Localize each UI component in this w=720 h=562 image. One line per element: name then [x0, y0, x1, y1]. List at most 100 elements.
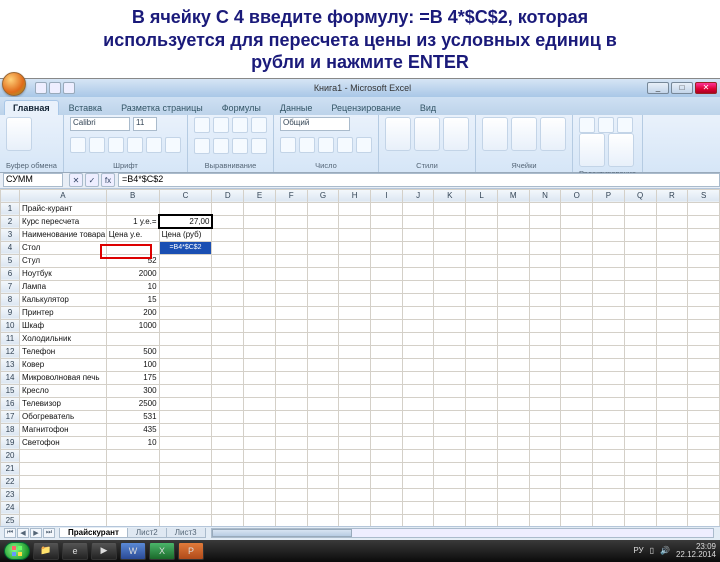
cell-Q5[interactable] [624, 254, 656, 267]
spreadsheet-grid[interactable]: ABCDEFGHIJKLMNOPQRS1Прайс-курант2Курс пе… [0, 189, 720, 526]
insert-cells-button[interactable] [482, 117, 508, 151]
cell-O9[interactable] [561, 306, 593, 319]
cell-K16[interactable] [434, 397, 466, 410]
cell-F18[interactable] [275, 423, 307, 436]
tab-insert[interactable]: Вставка [60, 100, 111, 115]
cell-P1[interactable] [593, 202, 625, 215]
col-header-O[interactable]: O [561, 189, 593, 202]
cell-O24[interactable] [561, 501, 593, 514]
cell-R3[interactable] [656, 228, 688, 241]
cell-M24[interactable] [497, 501, 529, 514]
cell-Q17[interactable] [624, 410, 656, 423]
cell-E20[interactable] [244, 449, 276, 462]
row-header-8[interactable]: 8 [1, 293, 20, 306]
cell-L11[interactable] [466, 332, 498, 345]
cell-C15[interactable] [159, 384, 212, 397]
cell-G22[interactable] [307, 475, 339, 488]
col-header-C[interactable]: C [159, 189, 212, 202]
align-center-button[interactable] [213, 138, 229, 154]
row-header-17[interactable]: 17 [1, 410, 20, 423]
cell-Q16[interactable] [624, 397, 656, 410]
cell-D12[interactable] [212, 345, 244, 358]
table-format-button[interactable] [414, 117, 440, 151]
cell-H8[interactable] [339, 293, 371, 306]
row-header-11[interactable]: 11 [1, 332, 20, 345]
percent-button[interactable] [299, 137, 315, 153]
cell-S15[interactable] [688, 384, 720, 397]
cell-F15[interactable] [275, 384, 307, 397]
cell-F9[interactable] [275, 306, 307, 319]
cell-F8[interactable] [275, 293, 307, 306]
cell-L16[interactable] [466, 397, 498, 410]
cell-M19[interactable] [497, 436, 529, 449]
cell-B22[interactable] [106, 475, 159, 488]
col-header-I[interactable]: I [371, 189, 403, 202]
close-button[interactable]: ✕ [695, 82, 717, 94]
cell-M25[interactable] [497, 514, 529, 526]
cell-R7[interactable] [656, 280, 688, 293]
cell-D11[interactable] [212, 332, 244, 345]
cell-J25[interactable] [402, 514, 434, 526]
cell-S1[interactable] [688, 202, 720, 215]
cell-J3[interactable] [402, 228, 434, 241]
cell-B13[interactable]: 100 [106, 358, 159, 371]
cell-S2[interactable] [688, 215, 720, 228]
cell-F3[interactable] [275, 228, 307, 241]
cell-I9[interactable] [371, 306, 403, 319]
cell-J20[interactable] [402, 449, 434, 462]
cell-R2[interactable] [656, 215, 688, 228]
cell-A2[interactable]: Курс пересчета [20, 215, 107, 228]
cell-F25[interactable] [275, 514, 307, 526]
format-cells-button[interactable] [540, 117, 566, 151]
cell-I25[interactable] [371, 514, 403, 526]
cell-J22[interactable] [402, 475, 434, 488]
cell-A22[interactable] [20, 475, 107, 488]
cell-G13[interactable] [307, 358, 339, 371]
cell-D22[interactable] [212, 475, 244, 488]
fx-button[interactable]: fx [101, 173, 115, 187]
tray-sound-icon[interactable]: 🔊 [660, 546, 670, 555]
cancel-formula-button[interactable]: ✕ [69, 173, 83, 187]
maximize-button[interactable]: □ [671, 82, 693, 94]
cell-F11[interactable] [275, 332, 307, 345]
cell-B4[interactable] [106, 241, 159, 254]
tab-home[interactable]: Главная [4, 100, 59, 115]
col-header-B[interactable]: B [106, 189, 159, 202]
cell-M5[interactable] [497, 254, 529, 267]
cell-N7[interactable] [529, 280, 561, 293]
cell-I8[interactable] [371, 293, 403, 306]
cell-N14[interactable] [529, 371, 561, 384]
cell-B17[interactable]: 531 [106, 410, 159, 423]
cell-C14[interactable] [159, 371, 212, 384]
cell-B11[interactable] [106, 332, 159, 345]
taskbar-word-icon[interactable]: W [120, 542, 146, 560]
cell-B25[interactable] [106, 514, 159, 526]
cell-M1[interactable] [497, 202, 529, 215]
row-header-21[interactable]: 21 [1, 462, 20, 475]
cell-R18[interactable] [656, 423, 688, 436]
cell-I6[interactable] [371, 267, 403, 280]
row-header-23[interactable]: 23 [1, 488, 20, 501]
border-button[interactable] [127, 137, 143, 153]
cell-J14[interactable] [402, 371, 434, 384]
cell-H3[interactable] [339, 228, 371, 241]
cell-H14[interactable] [339, 371, 371, 384]
cell-A3[interactable]: Наименование товара [20, 228, 107, 241]
cell-C21[interactable] [159, 462, 212, 475]
cell-I13[interactable] [371, 358, 403, 371]
cell-C2[interactable]: 27,00 [159, 215, 212, 228]
cell-F24[interactable] [275, 501, 307, 514]
cell-E12[interactable] [244, 345, 276, 358]
cell-M9[interactable] [497, 306, 529, 319]
cell-S20[interactable] [688, 449, 720, 462]
sheet-nav-last[interactable]: ⏭ [43, 528, 55, 538]
sheet-nav-next[interactable]: ▶ [30, 528, 42, 538]
cell-Q21[interactable] [624, 462, 656, 475]
taskbar-ppt-icon[interactable]: P [178, 542, 204, 560]
cell-G17[interactable] [307, 410, 339, 423]
cell-P13[interactable] [593, 358, 625, 371]
cell-R19[interactable] [656, 436, 688, 449]
cell-J8[interactable] [402, 293, 434, 306]
cell-N3[interactable] [529, 228, 561, 241]
cell-Q15[interactable] [624, 384, 656, 397]
